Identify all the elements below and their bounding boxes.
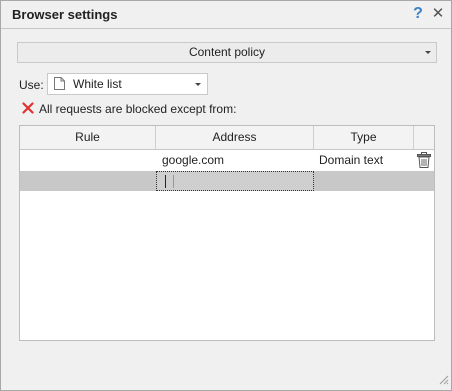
trash-icon[interactable]: [417, 152, 431, 171]
table-row-selected[interactable]: [20, 171, 434, 191]
use-dropdown[interactable]: White list: [47, 73, 208, 95]
rules-table: Rule Address Type google.com Domain text: [19, 125, 435, 341]
address-cell-editor[interactable]: [156, 171, 314, 191]
column-header-address[interactable]: Address: [156, 126, 314, 149]
column-header-rule[interactable]: Rule: [20, 126, 156, 149]
policy-dropdown[interactable]: Content policy: [17, 42, 437, 63]
chevron-down-icon: [195, 83, 201, 86]
type-cell[interactable]: Domain text: [319, 150, 411, 170]
document-icon: [54, 77, 65, 93]
notice-text: All requests are blocked except from:: [39, 102, 237, 116]
use-dropdown-value: White list: [73, 77, 122, 91]
type-cell[interactable]: [319, 171, 411, 191]
browser-settings-dialog: Browser settings ? ✕ Content policy Use:…: [0, 0, 452, 391]
table-row[interactable]: google.com Domain text: [20, 150, 434, 170]
use-label: Use:: [19, 78, 44, 92]
policy-dropdown-value: Content policy: [188, 45, 266, 59]
resize-grip-icon[interactable]: [437, 373, 449, 388]
address-cell[interactable]: google.com: [162, 150, 312, 170]
text-caret: [165, 175, 166, 188]
caret-shadow: [173, 175, 174, 188]
column-header-type[interactable]: Type: [314, 126, 414, 149]
close-icon[interactable]: ✕: [431, 4, 445, 24]
help-icon[interactable]: ?: [411, 4, 425, 24]
chevron-down-icon: [425, 51, 431, 54]
dialog-title: Browser settings: [12, 7, 118, 22]
rule-cell[interactable]: [26, 171, 154, 191]
title-bar: Browser settings ? ✕: [1, 1, 451, 29]
table-header: Rule Address Type: [20, 126, 434, 150]
red-x-icon: [22, 102, 34, 117]
rule-cell[interactable]: [26, 150, 154, 170]
